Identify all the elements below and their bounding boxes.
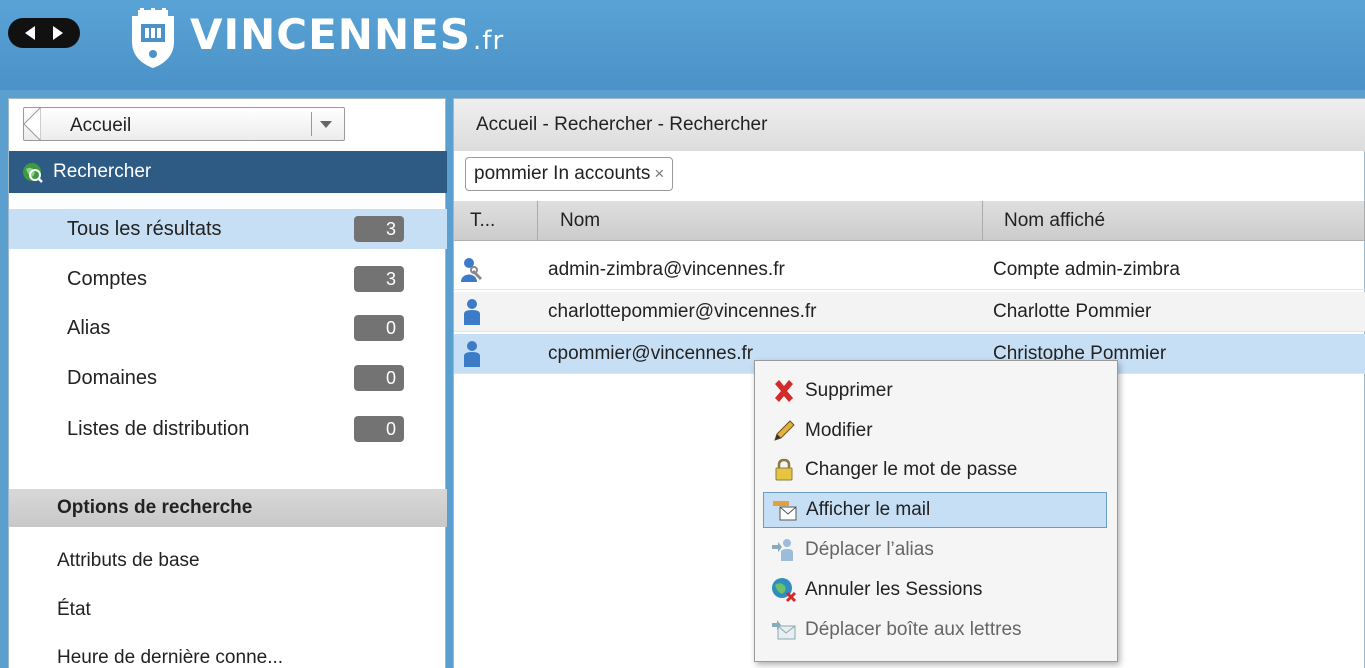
menu-item-label: Annuler les Sessions [805,579,983,600]
sidebar-item-accounts[interactable]: Comptes 3 [9,259,447,299]
column-header-display-name[interactable]: Nom affiché [1004,201,1105,241]
left-sidebar: Accueil Rechercher Tous les résultats 3 … [8,98,447,668]
sidebar-item-all-results[interactable]: Tous les résultats 3 [9,209,447,249]
table-row[interactable]: charlottepommier@vincennes.fr Charlotte … [454,292,1365,332]
menu-item-label: Supprimer [805,380,893,401]
menu-item-move-alias[interactable]: Déplacer l’alias [763,532,1107,568]
breadcrumb-divider [311,112,312,136]
sidebar-item-label: Alias [67,316,111,339]
menu-item-cancel-sessions[interactable]: Annuler les Sessions [763,572,1107,608]
close-icon[interactable]: × [654,164,664,184]
sidebar-item-label: Tous les résultats [67,217,222,240]
search-globe-icon [23,163,43,183]
menu-item-label: Changer le mot de passe [805,459,1018,480]
column-divider[interactable] [982,201,983,241]
sidebar-item-label: Domaines [67,366,158,389]
nav-arrows[interactable] [8,18,80,48]
table-header: T... Nom Nom affiché [454,201,1365,241]
red-x-icon [775,380,793,402]
sidebar-item-label: Comptes [67,267,148,290]
table-row[interactable]: admin-zimbra@vincennes.fr Compte admin-z… [454,250,1365,290]
option-last-login[interactable]: Heure de dernière conne... [57,647,283,668]
back-arrow-icon[interactable] [25,26,35,40]
site-logo: VINCENNES.fr [190,10,504,59]
count-badge: 3 [354,266,404,292]
column-divider[interactable] [537,201,538,241]
lock-icon [775,458,793,481]
sidebar-item-label: Listes de distribution [67,417,250,440]
user-account-icon [464,341,480,367]
menu-item-label: Déplacer boîte aux lettres [805,619,1022,640]
option-basic-attributes[interactable]: Attributs de base [57,550,200,572]
column-header-type[interactable]: T... [470,201,495,241]
mail-view-icon [773,501,797,521]
column-header-name[interactable]: Nom [560,201,600,241]
menu-item-view-mail[interactable]: Afficher le mail [763,492,1107,528]
sidebar-item-aliases[interactable]: Alias 0 [9,308,447,348]
sidebar-item-domains[interactable]: Domaines 0 [9,358,447,398]
row-name: charlottepommier@vincennes.fr [548,301,817,322]
section-title: Rechercher [53,161,152,182]
move-alias-icon [772,539,793,561]
row-display-name: Compte admin-zimbra [993,259,1180,280]
row-name: admin-zimbra@vincennes.fr [548,259,785,280]
move-mailbox-icon [772,620,796,640]
forward-arrow-icon[interactable] [53,26,63,40]
user-account-icon [464,299,480,325]
row-name: cpommier@vincennes.fr [548,343,754,364]
section-header-rechercher[interactable]: Rechercher [9,151,447,193]
logo-suffix: .fr [473,26,505,56]
context-menu: Supprimer Modifier Changer le mot de pas… [754,360,1118,662]
row-display-name: Charlotte Pommier [993,301,1152,322]
menu-item-delete[interactable]: Supprimer [763,373,1107,409]
chevron-down-icon[interactable] [320,121,332,128]
menu-item-label: Déplacer l’alias [805,539,934,560]
admin-account-icon [461,258,482,282]
menu-item-label: Modifier [805,420,873,441]
breadcrumb-label: Accueil [70,115,132,136]
breadcrumb-dropdown[interactable]: Accueil [23,107,345,141]
menu-item-edit[interactable]: Modifier [763,413,1107,449]
search-chip-label: pommier In accounts [474,163,651,184]
menu-item-label: Afficher le mail [806,499,931,520]
option-status[interactable]: État [57,599,91,621]
pencil-icon [774,420,795,441]
count-badge: 0 [354,315,404,341]
cancel-sessions-icon [772,578,797,603]
sidebar-item-distribution-lists[interactable]: Listes de distribution 0 [9,409,447,449]
city-crest-icon [132,8,174,68]
count-badge: 0 [354,365,404,391]
page-title: Accueil - Rechercher - Rechercher [454,99,1365,151]
app-header: VINCENNES.fr [0,0,1365,90]
breadcrumb-arrow-icon [23,107,41,141]
count-badge: 3 [354,216,404,242]
count-badge: 0 [354,416,404,442]
search-filter-chip[interactable]: pommier In accounts × [465,157,674,191]
menu-item-change-password[interactable]: Changer le mot de passe [763,452,1107,488]
search-options-header: Options de recherche [9,489,447,527]
logo-text: VINCENNES [190,10,472,59]
menu-item-move-mailbox[interactable]: Déplacer boîte aux lettres [763,612,1107,648]
